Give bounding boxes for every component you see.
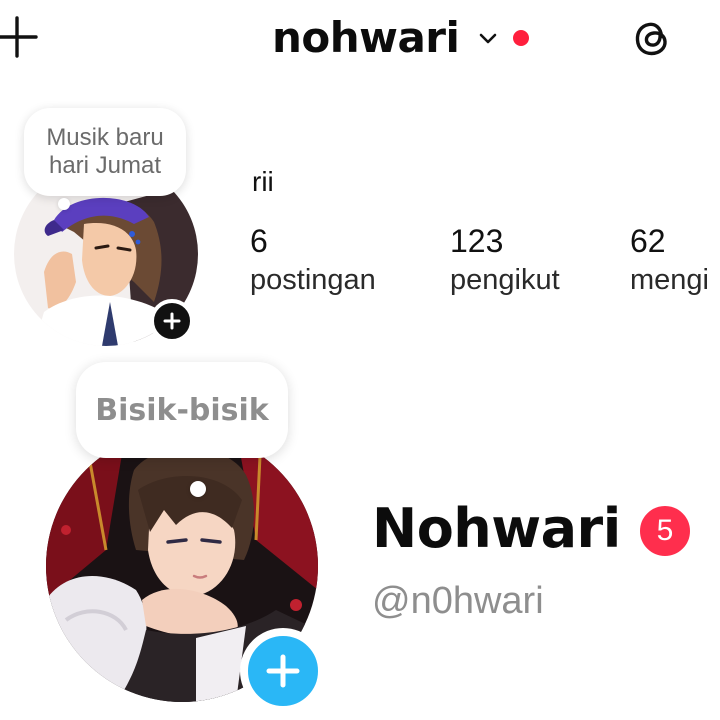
stat-label: pengikut <box>450 264 560 296</box>
stat-posts[interactable]: 6 postingan <box>250 222 376 300</box>
note-text: Bisik-bisik <box>95 392 269 428</box>
add-story-button-large[interactable] <box>240 628 326 714</box>
threads-icon <box>635 22 667 56</box>
display-name: rii <box>252 166 274 197</box>
note-line-1: Musik baru <box>46 124 164 151</box>
plus-icon <box>0 16 38 58</box>
note-bubble-large[interactable]: Bisik-bisik <box>76 362 288 458</box>
username-title: nohwari <box>272 13 460 62</box>
plus-icon <box>163 312 181 330</box>
note-bubble-small[interactable]: Musik baru hari Jumat <box>24 108 186 196</box>
stat-label: mengi <box>630 264 709 296</box>
note-bubble-tail <box>190 481 206 497</box>
note-bubble-tail <box>58 198 70 210</box>
notification-badge: 5 <box>636 502 694 560</box>
stat-value: 6 <box>250 223 268 259</box>
profile-name: Nohwari <box>372 497 621 560</box>
stat-followers[interactable]: 123 pengikut <box>450 222 560 300</box>
plus-icon <box>266 654 300 688</box>
account-switcher[interactable]: nohwari <box>272 10 530 66</box>
chevron-down-icon <box>480 33 497 44</box>
add-story-button-small[interactable] <box>150 299 194 343</box>
stat-following[interactable]: 62 mengi <box>630 222 709 300</box>
create-post-button[interactable] <box>0 14 40 60</box>
note-line-2: hari Jumat <box>48 152 162 179</box>
stat-value: 62 <box>630 223 666 259</box>
threads-button[interactable] <box>628 14 676 62</box>
stat-label: postingan <box>250 264 376 296</box>
notification-dot <box>513 30 530 46</box>
stat-value: 123 <box>450 223 504 259</box>
profile-handle: @n0hwari <box>372 580 544 622</box>
